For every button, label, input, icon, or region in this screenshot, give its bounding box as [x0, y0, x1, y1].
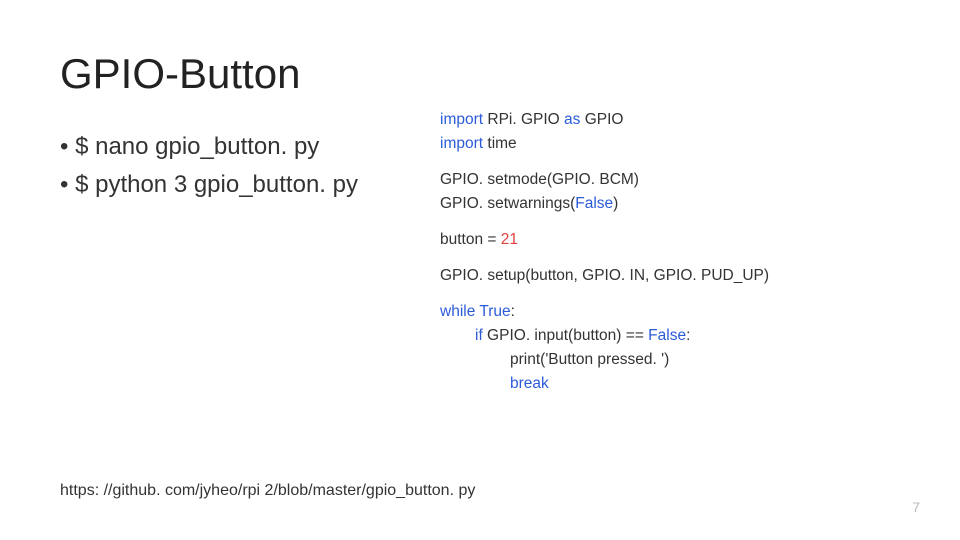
code-line: GPIO. setmode(GPIO. BCM): [440, 168, 900, 192]
code-text: GPIO: [580, 111, 623, 128]
code-line: while True:: [440, 300, 900, 324]
code-text: button =: [440, 231, 501, 248]
code-line: print('Button pressed. '): [440, 348, 900, 372]
spacer: [440, 156, 900, 168]
code-line: GPIO. setwarnings(False): [440, 192, 900, 216]
code-line: import RPi. GPIO as GPIO: [440, 108, 900, 132]
code-text: GPIO. input(button) ==: [483, 327, 648, 344]
code-line: if GPIO. input(button) == False:: [440, 324, 900, 348]
spacer: [440, 252, 900, 264]
keyword-import: import: [440, 111, 483, 128]
bullet-list: $ nano gpio_button. py $ python 3 gpio_b…: [60, 128, 410, 205]
left-column: $ nano gpio_button. py $ python 3 gpio_b…: [60, 128, 410, 396]
keyword-false: False: [575, 195, 613, 212]
footer-link: https: //github. com/jyheo/rpi 2/blob/ma…: [60, 482, 475, 500]
bullet-item: $ python 3 gpio_button. py: [60, 166, 410, 204]
code-line: button = 21: [440, 228, 900, 252]
page-number: 7: [912, 499, 920, 515]
code-line: break: [440, 372, 900, 396]
keyword-while: while: [440, 303, 475, 320]
slide: GPIO-Button $ nano gpio_button. py $ pyt…: [0, 0, 960, 540]
slide-content: $ nano gpio_button. py $ python 3 gpio_b…: [60, 128, 900, 396]
code-text: time: [483, 135, 517, 152]
keyword-if: if: [475, 327, 483, 344]
code-text: ): [613, 195, 618, 212]
slide-title: GPIO-Button: [60, 50, 900, 98]
code-line: GPIO. setup(button, GPIO. IN, GPIO. PUD_…: [440, 264, 900, 288]
code-text: GPIO. setwarnings(: [440, 195, 575, 212]
code-text: print(: [510, 351, 545, 368]
code-text: ): [664, 351, 669, 368]
bullet-item: $ nano gpio_button. py: [60, 128, 410, 166]
keyword-as: as: [564, 111, 580, 128]
string-literal: 'Button pressed. ': [545, 351, 664, 368]
spacer: [440, 216, 900, 228]
keyword-break: break: [510, 375, 549, 392]
code-text: RPi. GPIO: [483, 111, 564, 128]
code-line: import time: [440, 132, 900, 156]
number-literal: 21: [501, 231, 518, 248]
code-block: import RPi. GPIO as GPIO import time GPI…: [440, 108, 900, 396]
code-text: :: [686, 327, 690, 344]
keyword-false: False: [648, 327, 686, 344]
keyword-import: import: [440, 135, 483, 152]
code-text: :: [511, 303, 515, 320]
spacer: [440, 288, 900, 300]
keyword-true: True: [479, 303, 510, 320]
